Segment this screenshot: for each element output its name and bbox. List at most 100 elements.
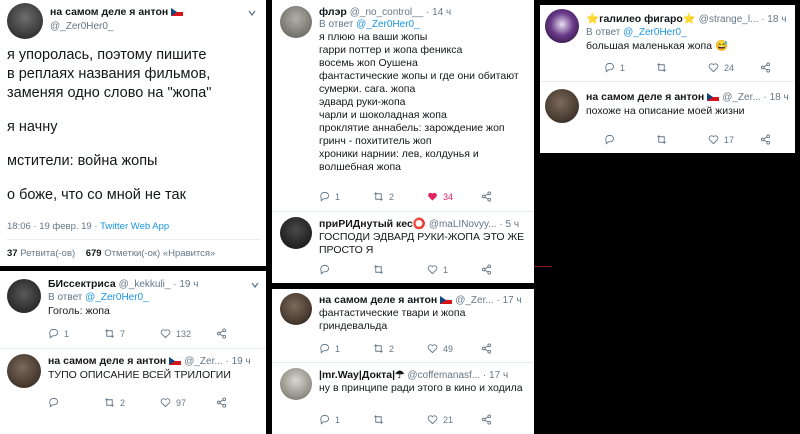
avatar[interactable] bbox=[7, 354, 41, 388]
avatar[interactable] bbox=[280, 217, 312, 249]
tweet-line: гринч - похититель жоп bbox=[319, 135, 432, 147]
retweet-button[interactable]: 2 bbox=[104, 397, 160, 408]
avatar[interactable] bbox=[280, 6, 312, 38]
share-button[interactable] bbox=[481, 343, 492, 354]
retweet-button[interactable] bbox=[656, 134, 708, 145]
share-button[interactable] bbox=[216, 397, 227, 408]
chevron-down-icon[interactable] bbox=[250, 280, 260, 290]
retweet-icon bbox=[657, 63, 666, 72]
like-button[interactable]: 49 bbox=[427, 343, 481, 354]
heart-filled-icon bbox=[428, 192, 437, 201]
avatar[interactable] bbox=[280, 368, 312, 400]
reply-button[interactable] bbox=[604, 134, 656, 145]
author-handle[interactable]: @_kekkuli_ · 19 ч bbox=[119, 279, 199, 290]
avatar[interactable] bbox=[7, 279, 41, 313]
reply-to-link[interactable]: @_Zer0Her0_ bbox=[85, 292, 149, 303]
reply-button[interactable]: 1 bbox=[48, 328, 104, 339]
reply-to: В ответ @_Zer0Her0_ bbox=[48, 292, 263, 303]
heart-icon bbox=[427, 344, 438, 354]
heart-icon bbox=[160, 398, 171, 408]
like-button[interactable]: 21 bbox=[427, 414, 481, 425]
author-handle[interactable]: @_Zer... · 17 ч bbox=[455, 295, 522, 306]
tweet-line: гарри поттер и жопа феникса bbox=[319, 44, 463, 56]
divider bbox=[272, 211, 534, 212]
divider bbox=[272, 362, 534, 363]
like-button[interactable]: 17 bbox=[708, 134, 760, 145]
tweet-line: эдвард руки-жопа bbox=[319, 96, 406, 108]
retweet-button[interactable] bbox=[373, 414, 427, 425]
author-name[interactable]: на самом деле я антон @_Zer... · 19 ч bbox=[48, 355, 263, 367]
share-button[interactable] bbox=[760, 62, 771, 73]
reply-prefix: В ответ bbox=[319, 19, 354, 30]
tweet-timestamp[interactable]: 18:06 · 19 февр. 19 · bbox=[7, 221, 98, 232]
share-button[interactable] bbox=[481, 414, 492, 425]
retweet-button[interactable] bbox=[656, 62, 708, 73]
avatar[interactable] bbox=[545, 89, 579, 123]
avatar[interactable] bbox=[280, 293, 312, 325]
reply-button[interactable]: 1 bbox=[319, 343, 373, 354]
author-name[interactable]: БИссектриса @_kekkuli_ · 19 ч bbox=[48, 278, 263, 290]
reply-button[interactable]: 1 bbox=[604, 62, 656, 73]
divider bbox=[540, 81, 795, 82]
author-handle[interactable]: @_Zer... · 18 ч bbox=[722, 92, 789, 103]
retweet-button[interactable]: 2 bbox=[373, 343, 427, 354]
share-button[interactable] bbox=[216, 328, 227, 339]
author-name-text: на самом деле я антон bbox=[319, 294, 438, 306]
avatar[interactable] bbox=[7, 3, 43, 39]
author-handle[interactable]: @_no_control__ · 14 ч bbox=[350, 7, 452, 18]
tweet-text: фантастические твари и жопа гриндевальда bbox=[319, 307, 531, 333]
likes-label[interactable]: Отметки(-ок) «Нравится» bbox=[104, 248, 215, 259]
reply-button[interactable] bbox=[319, 264, 373, 275]
retweet-button[interactable] bbox=[373, 264, 427, 275]
like-count: 21 bbox=[443, 414, 454, 425]
author-name[interactable]: на самом деле я антон @_Zer... · 17 ч bbox=[319, 294, 531, 306]
like-count: 1 bbox=[443, 264, 449, 275]
reply-to-link[interactable]: @_Zer0Her0_ bbox=[623, 27, 687, 38]
author-name[interactable]: ⭐галилео фигаро⭐ @strange_l... · 18 ч bbox=[586, 12, 793, 25]
likes-count[interactable]: 679 bbox=[86, 248, 102, 259]
author-name[interactable]: |mr.Way|Докта|☂ @coffemanasf... · 17 ч bbox=[319, 369, 531, 381]
like-button[interactable]: 24 bbox=[708, 62, 760, 73]
like-button[interactable]: 34 bbox=[427, 191, 481, 202]
retweet-icon bbox=[374, 192, 383, 201]
share-button[interactable] bbox=[481, 264, 492, 275]
heart-icon bbox=[708, 135, 719, 145]
share-button[interactable] bbox=[760, 134, 771, 145]
reply-button[interactable]: 1 bbox=[319, 414, 373, 425]
tweet-body: на самом деле я антон @_Zer... · 18 ч по… bbox=[586, 91, 793, 118]
reply-button[interactable]: 1 bbox=[319, 191, 373, 202]
retweets-label[interactable]: Ретвита(-ов) bbox=[20, 248, 75, 259]
tweet-actions: 1 7 132 bbox=[48, 328, 248, 339]
reply-to-link[interactable]: @_Zer0Her0_ bbox=[356, 19, 420, 30]
author-handle[interactable]: @_Zer0Her0_ bbox=[50, 21, 183, 32]
retweet-button[interactable]: 7 bbox=[104, 328, 160, 339]
retweets-count[interactable]: 37 bbox=[7, 248, 18, 259]
author-handle[interactable]: @maLINovyy... · 5 ч bbox=[429, 219, 519, 230]
tweet-actions: 1 21 bbox=[319, 414, 529, 425]
reply-button[interactable] bbox=[48, 397, 104, 408]
tweet-body: на самом деле я антон @_Zer... · 19 ч ТУ… bbox=[48, 355, 263, 382]
like-button[interactable]: 132 bbox=[160, 328, 216, 339]
czech-flag-icon bbox=[440, 296, 453, 304]
share-button[interactable] bbox=[481, 191, 492, 202]
author-name-text: флэр bbox=[319, 6, 347, 18]
author-name[interactable]: на самом деле я антон @_Zer... · 18 ч bbox=[586, 91, 793, 103]
author-handle[interactable]: @strange_l... · 18 ч bbox=[699, 14, 787, 25]
like-count: 132 bbox=[176, 328, 192, 339]
reply-panel-galileo: ⭐галилео фигаро⭐ @strange_l... · 18 ч В … bbox=[540, 5, 795, 153]
like-count: 49 bbox=[443, 343, 454, 354]
like-button[interactable]: 97 bbox=[160, 397, 216, 408]
avatar[interactable] bbox=[545, 9, 579, 43]
author-handle[interactable]: @coffemanasf... · 17 ч bbox=[407, 370, 508, 381]
tweet-client-link[interactable]: Twitter Web App bbox=[100, 221, 169, 232]
tweet-actions: 1 bbox=[319, 264, 529, 275]
author-name[interactable]: на самом деле я антон bbox=[50, 6, 184, 18]
share-icon bbox=[760, 62, 771, 73]
share-icon bbox=[216, 397, 227, 408]
author-name[interactable]: флэр @_no_control__ · 14 ч bbox=[319, 6, 531, 18]
retweet-button[interactable]: 2 bbox=[373, 191, 427, 202]
like-button[interactable]: 1 bbox=[427, 264, 481, 275]
author-name[interactable]: приРИДнутый кес⭕ @maLINovyy... · 5 ч bbox=[319, 217, 531, 230]
author-handle[interactable]: @_Zer... · 19 ч bbox=[184, 356, 251, 367]
chevron-down-icon[interactable] bbox=[247, 8, 257, 18]
